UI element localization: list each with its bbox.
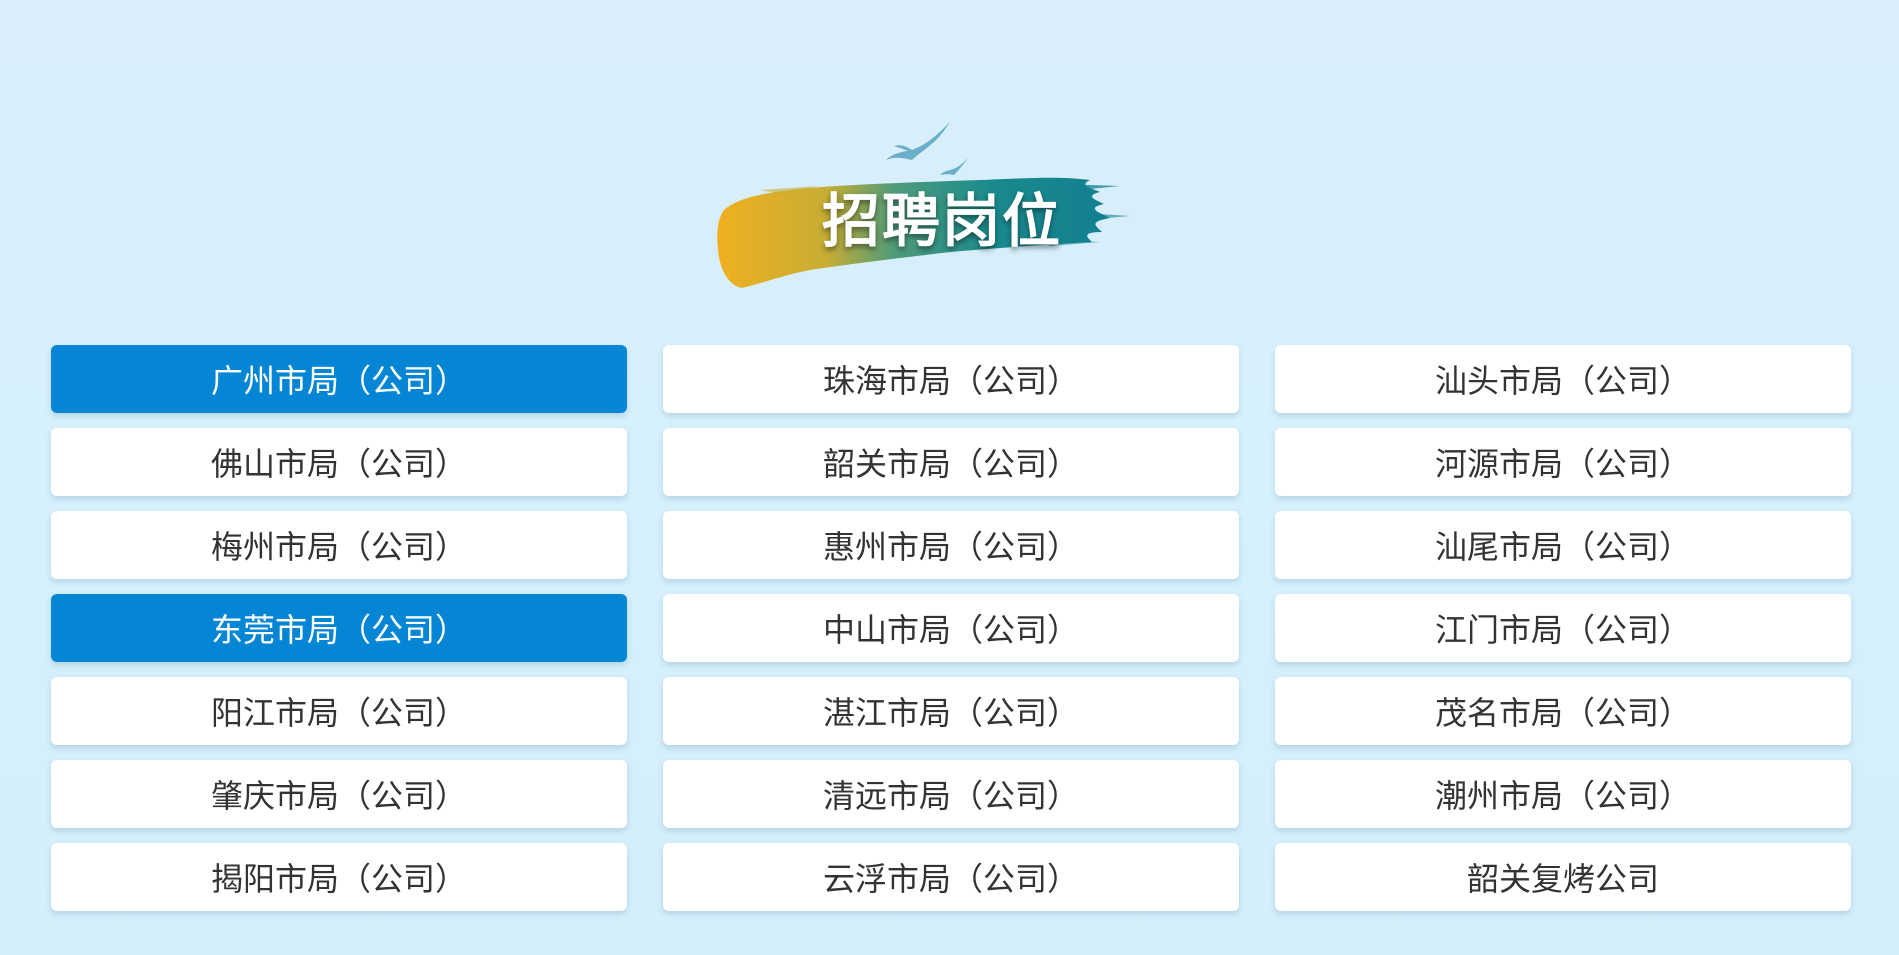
branch-button-zhuhai[interactable]: 珠海市局（公司）: [663, 345, 1239, 413]
branch-button-zhaoqing[interactable]: 肇庆市局（公司）: [51, 760, 627, 828]
branch-button-qingyuan[interactable]: 清远市局（公司）: [663, 760, 1239, 828]
branch-button-huizhou[interactable]: 惠州市局（公司）: [663, 511, 1239, 579]
branch-button-yunfu[interactable]: 云浮市局（公司）: [663, 843, 1239, 911]
section-header: 招聘岗位: [700, 100, 1200, 310]
branch-button-heyuan[interactable]: 河源市局（公司）: [1275, 428, 1851, 496]
birds-icon: [886, 122, 968, 175]
branch-button-meizhou[interactable]: 梅州市局（公司）: [51, 511, 627, 579]
branch-button-yangjiang[interactable]: 阳江市局（公司）: [51, 677, 627, 745]
section-title: 招聘岗位: [821, 187, 1062, 255]
branch-button-shanwei[interactable]: 汕尾市局（公司）: [1275, 511, 1851, 579]
branch-button-maoming[interactable]: 茂名市局（公司）: [1275, 677, 1851, 745]
branch-button-dongguan[interactable]: 东莞市局（公司）: [51, 594, 627, 662]
branch-button-chaozhou[interactable]: 潮州市局（公司）: [1275, 760, 1851, 828]
branch-button-zhanjiang[interactable]: 湛江市局（公司）: [663, 677, 1239, 745]
branch-button-shaoguan-redrying[interactable]: 韶关复烤公司: [1275, 843, 1851, 911]
branch-button-zhongshan[interactable]: 中山市局（公司）: [663, 594, 1239, 662]
branch-button-foshan[interactable]: 佛山市局（公司）: [51, 428, 627, 496]
branch-button-shantou[interactable]: 汕头市局（公司）: [1275, 345, 1851, 413]
branch-button-jieyang[interactable]: 揭阳市局（公司）: [51, 843, 627, 911]
branch-button-guangzhou[interactable]: 广州市局（公司）: [51, 345, 627, 413]
branch-button-shaoguan[interactable]: 韶关市局（公司）: [663, 428, 1239, 496]
branch-button-jiangmen[interactable]: 江门市局（公司）: [1275, 594, 1851, 662]
branch-grid: 广州市局（公司） 珠海市局（公司） 汕头市局（公司） 佛山市局（公司） 韶关市局…: [51, 345, 1851, 911]
